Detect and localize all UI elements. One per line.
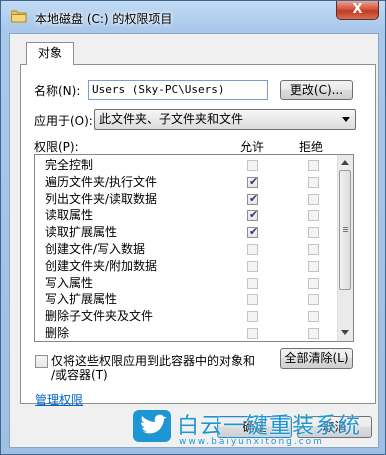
apply-to-select[interactable]: 此文件夹、子文件夹和文件 <box>94 109 356 130</box>
apply-to-label: 应用于(O): <box>34 114 93 128</box>
deny-checkbox[interactable] <box>308 160 319 171</box>
permission-row[interactable]: 创建文件/写入数据 <box>35 241 339 258</box>
permission-name: 写入扩展属性 <box>45 292 118 307</box>
grip-line <box>343 231 348 232</box>
allow-checkbox[interactable] <box>247 311 258 323</box>
permission-row[interactable]: 读取扩展属性 ✔ <box>35 224 339 241</box>
permission-name: 删除子文件夹及文件 <box>45 309 154 324</box>
deny-checkbox[interactable] <box>308 227 319 239</box>
scroll-down-icon[interactable] <box>341 330 349 335</box>
permission-row[interactable]: 创建文件夹/附加数据 <box>35 258 339 275</box>
scroll-thumb[interactable] <box>339 170 351 290</box>
allow-checkbox[interactable] <box>247 294 258 306</box>
permission-entry-dialog: 本地磁盘 (C:) 的权限项目 X 对象 名称(N): Users (Sky-P… <box>0 0 386 455</box>
ok-button[interactable]: 确定 <box>217 416 292 438</box>
permission-name: 读取扩展属性 <box>45 225 118 240</box>
permission-name: 创建文件/写入数据 <box>45 242 146 256</box>
grip-line <box>343 227 348 228</box>
name-field[interactable]: Users (Sky-PC\Users) <box>88 80 268 100</box>
window-title: 本地磁盘 (C:) 的权限项目 <box>35 12 173 26</box>
close-icon: X <box>352 2 363 17</box>
allow-checkbox[interactable]: ✔ <box>247 191 259 205</box>
scroll-up-icon[interactable] <box>341 160 349 165</box>
checkmark-icon: ✔ <box>249 191 259 205</box>
name-label: 名称(N): <box>34 84 81 98</box>
allow-checkbox[interactable] <box>247 328 258 339</box>
change-button[interactable]: 更改(C)... <box>280 80 353 100</box>
permissions-list[interactable]: 完全控制遍历文件夹/执行文件 ✔ 列出文件夹/读取数据 ✔ 读取属性 ✔ 读取扩展属性 ✔ 创建… <box>34 154 354 342</box>
allow-checkbox[interactable] <box>247 260 258 272</box>
folder-icon <box>11 10 27 23</box>
permission-name: 读取属性 <box>45 208 94 223</box>
checkmark-icon: ✔ <box>249 225 259 239</box>
apply-only-label-line2: /或容器(T) <box>51 368 108 382</box>
permission-name: 列出文件夹/读取数据 <box>45 191 158 206</box>
deny-checkbox[interactable] <box>308 328 319 339</box>
close-button[interactable]: X <box>336 1 379 20</box>
allow-checkbox[interactable]: ✔ <box>247 208 259 222</box>
permission-row[interactable]: 列出文件夹/读取数据 ✔ <box>35 191 339 208</box>
permission-name: 创建文件夹/附加数据 <box>45 258 158 273</box>
allow-checkbox[interactable] <box>247 160 258 171</box>
cancel-button[interactable]: 取消 <box>297 416 372 438</box>
permission-row[interactable]: 写入属性 <box>35 275 339 292</box>
permission-row[interactable]: 写入扩展属性 <box>35 291 339 308</box>
permission-name: 完全控制 <box>45 158 94 172</box>
clear-all-button[interactable]: 全部清除(L) <box>280 348 353 369</box>
permission-name: 遍历文件夹/执行文件 <box>45 174 158 189</box>
permission-name: 删除 <box>45 326 70 340</box>
allow-checkbox[interactable]: ✔ <box>247 174 259 188</box>
allow-checkbox[interactable]: ✔ <box>247 225 259 239</box>
deny-checkbox[interactable] <box>308 294 319 306</box>
permission-row[interactable]: 读取属性 ✔ <box>35 207 339 224</box>
permissions-label: 权限(P): <box>34 140 79 154</box>
manage-permissions-link[interactable]: 管理权限 <box>35 391 83 408</box>
checkmark-icon: ✔ <box>249 208 259 222</box>
permission-row[interactable]: 删除 <box>35 325 339 341</box>
deny-column-header: 拒绝 <box>299 140 324 154</box>
permission-name: 写入属性 <box>45 275 94 290</box>
apply-only-checkbox[interactable] <box>35 355 48 368</box>
permission-row[interactable]: 完全控制 <box>35 157 339 174</box>
title-bar[interactable]: 本地磁盘 (C:) 的权限项目 X <box>1 1 385 33</box>
allow-checkbox[interactable] <box>247 244 258 255</box>
apply-only-label-line1: 仅将这些权限应用到此容器中的对象和 <box>51 354 256 368</box>
apply-to-selected-value: 此文件夹、子文件夹和文件 <box>99 112 244 126</box>
permission-row[interactable]: 遍历文件夹/执行文件 ✔ <box>35 174 339 191</box>
deny-checkbox[interactable] <box>308 260 319 272</box>
allow-checkbox[interactable] <box>247 277 258 289</box>
deny-checkbox[interactable] <box>308 210 319 222</box>
grip-line <box>343 229 348 230</box>
deny-checkbox[interactable] <box>308 193 319 205</box>
deny-checkbox[interactable] <box>308 176 319 188</box>
allow-column-header: 允许 <box>240 140 265 154</box>
deny-checkbox[interactable] <box>308 244 319 255</box>
deny-checkbox[interactable] <box>308 311 319 323</box>
permissions-scrollbar[interactable] <box>337 155 353 341</box>
permission-row[interactable]: 删除子文件夹及文件 <box>35 308 339 325</box>
checkmark-icon: ✔ <box>249 174 259 188</box>
deny-checkbox[interactable] <box>308 277 319 289</box>
chevron-down-icon <box>342 117 350 122</box>
tab-object[interactable]: 对象 <box>26 42 74 65</box>
